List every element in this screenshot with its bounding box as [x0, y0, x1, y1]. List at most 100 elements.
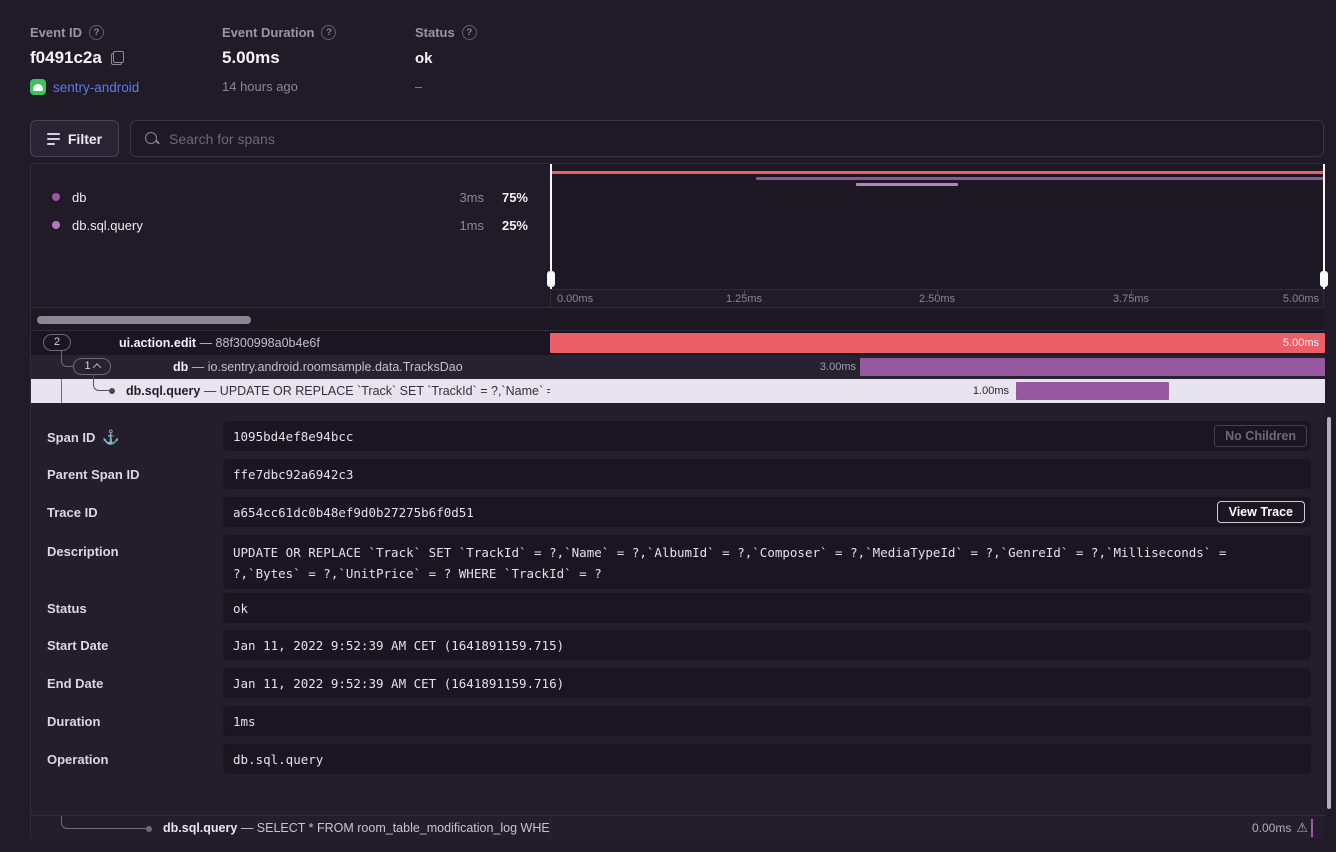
event-duration-value: 5.00ms — [222, 48, 280, 68]
children-count-badge[interactable]: 2 — [43, 334, 71, 351]
span-desc: — io.sentry.android.roomsample.data.Trac… — [192, 360, 463, 374]
pane-divider — [550, 816, 551, 840]
detail-vertical-scrollbar[interactable] — [1327, 417, 1331, 809]
duration-value-box: 1ms — [223, 706, 1311, 736]
span-duration-warning: 0.00ms ⚠ — [1252, 816, 1308, 840]
event-duration-label-row: Event Duration ? — [222, 25, 336, 40]
event-id-label-row: Event ID ? — [30, 25, 104, 40]
legend-duration: 1ms — [459, 218, 484, 233]
legend-percent: 25% — [502, 218, 528, 233]
operation-value: db.sql.query — [233, 752, 323, 767]
android-platform-icon — [30, 79, 46, 95]
span-row-db[interactable]: 1 db — io.sentry.android.roomsample.data… — [31, 355, 1325, 379]
minimap-left-handle[interactable] — [550, 164, 552, 289]
event-duration-label: Event Duration — [222, 25, 314, 40]
op-color-dot-icon — [52, 193, 60, 201]
tick-label: 3.75ms — [1113, 293, 1149, 305]
span-duration-bar[interactable] — [550, 333, 1325, 353]
legend-label: db.sql.query — [72, 218, 143, 233]
duration-value: 1ms — [233, 714, 256, 729]
span-id-value: 1095bd4ef8e94bcc — [233, 429, 353, 444]
description-value: UPDATE OR REPLACE `Track` SET `TrackId` … — [233, 545, 1226, 581]
span-duration-bar[interactable] — [860, 358, 1325, 376]
filter-button[interactable]: Filter — [30, 120, 119, 157]
legend-label: db — [72, 190, 86, 205]
status-label: Status — [415, 25, 455, 40]
filter-icon — [47, 133, 60, 145]
status-sub: – — [415, 79, 422, 94]
parent-span-id-value-box: ffe7dbc92a6942c3 — [223, 459, 1311, 489]
span-id-label-row: Span ID ⚓ — [47, 429, 120, 446]
help-icon[interactable]: ? — [462, 25, 477, 40]
minimap-span-bar — [756, 177, 1325, 180]
event-id-label: Event ID — [30, 25, 82, 40]
tree-connector — [93, 374, 110, 391]
filter-button-label: Filter — [68, 131, 102, 147]
tick-label: 1.25ms — [726, 293, 762, 305]
event-id-value: f0491c2a — [30, 48, 102, 68]
tree-connector-dot — [109, 388, 115, 394]
span-duration-label: 1.00ms — [953, 379, 1009, 403]
trace-id-value-box: a654cc61dc0b48ef9d0b27275b6f0d51 View Tr… — [223, 497, 1311, 527]
operation-value-box: db.sql.query — [223, 744, 1311, 774]
minimap-right-handle[interactable] — [1323, 164, 1325, 289]
legend-item-db-sql-query: db.sql.query 1ms 25% — [31, 213, 550, 237]
spans-panel: db 3ms 75% db.sql.query 1ms 25% 0.00ms 1… — [30, 163, 1324, 839]
start-date-label: Start Date — [47, 638, 108, 653]
span-row-db-sql-query-select[interactable]: db.sql.query — SELECT * FROM room_table_… — [31, 815, 1325, 839]
drag-grip[interactable] — [1320, 271, 1328, 287]
project-link[interactable]: sentry-android — [53, 80, 139, 95]
minimap-span-bar — [550, 171, 1325, 174]
help-icon[interactable]: ? — [321, 25, 336, 40]
search-icon — [145, 132, 159, 146]
children-count-badge[interactable]: 1 — [73, 358, 111, 375]
tree-connector — [61, 379, 62, 403]
horizontal-scrollbar[interactable] — [31, 307, 1325, 331]
zero-duration-marker — [1311, 819, 1313, 837]
span-search-input[interactable] — [169, 131, 1269, 147]
status-label-row: Status ? — [415, 25, 477, 40]
description-value-box: UPDATE OR REPLACE `Track` SET `TrackId` … — [223, 535, 1311, 589]
legend-item-db: db 3ms 75% — [31, 185, 550, 209]
span-duration-label: 5.00ms — [1283, 331, 1319, 355]
operation-label: Operation — [47, 752, 108, 767]
span-desc: — UPDATE OR REPLACE `Track` SET `TrackId… — [204, 384, 550, 398]
end-date-value: Jan 11, 2022 9:52:39 AM CET (1641891159.… — [233, 676, 564, 691]
drag-grip[interactable] — [547, 271, 555, 287]
view-trace-button[interactable]: View Trace — [1217, 501, 1305, 523]
event-id-value-row: f0491c2a — [30, 48, 124, 68]
trace-id-label: Trace ID — [47, 505, 98, 520]
tick-label: 0.00ms — [557, 293, 593, 305]
duration-label: Duration — [47, 714, 100, 729]
chevron-up-icon — [92, 363, 100, 371]
span-id-value-box: 1095bd4ef8e94bcc No Children — [223, 421, 1311, 451]
span-duration-label: 3.00ms — [800, 355, 856, 379]
status-value: ok — [233, 601, 248, 616]
span-op: ui.action.edit — [119, 336, 196, 350]
trace-minimap[interactable] — [550, 164, 1325, 289]
tick-label: 5.00ms — [1283, 293, 1319, 305]
copy-icon[interactable] — [111, 51, 124, 65]
span-duration-bar[interactable] — [1016, 382, 1169, 400]
span-search-box[interactable] — [130, 120, 1324, 157]
tick-label: 2.50ms — [919, 293, 955, 305]
span-op: db.sql.query — [163, 821, 237, 835]
span-op: db — [173, 360, 188, 374]
span-row-ui-action-edit[interactable]: 2 ui.action.edit — 88f300998a0b4e6f 5.00… — [31, 331, 1325, 355]
event-age: 14 hours ago — [222, 79, 298, 94]
tree-connector-dot — [146, 826, 152, 832]
tree-connector — [61, 351, 73, 367]
end-date-label: End Date — [47, 676, 103, 691]
scrollbar-thumb[interactable] — [37, 316, 251, 324]
parent-span-id-label: Parent Span ID — [47, 467, 139, 482]
op-color-dot-icon — [52, 221, 60, 229]
span-op: db.sql.query — [126, 384, 200, 398]
help-icon[interactable]: ? — [89, 25, 104, 40]
start-date-value: Jan 11, 2022 9:52:39 AM CET (1641891159.… — [233, 638, 564, 653]
no-children-button: No Children — [1214, 425, 1307, 447]
time-axis: 0.00ms 1.25ms 2.50ms 3.75ms 5.00ms — [550, 289, 1325, 307]
span-row-db-sql-query-selected[interactable]: db.sql.query — UPDATE OR REPLACE `Track`… — [31, 379, 1325, 403]
anchor-icon[interactable]: ⚓ — [102, 429, 119, 446]
span-duration-label: 0.00ms — [1252, 816, 1291, 840]
trace-id-value: a654cc61dc0b48ef9d0b27275b6f0d51 — [233, 505, 474, 520]
